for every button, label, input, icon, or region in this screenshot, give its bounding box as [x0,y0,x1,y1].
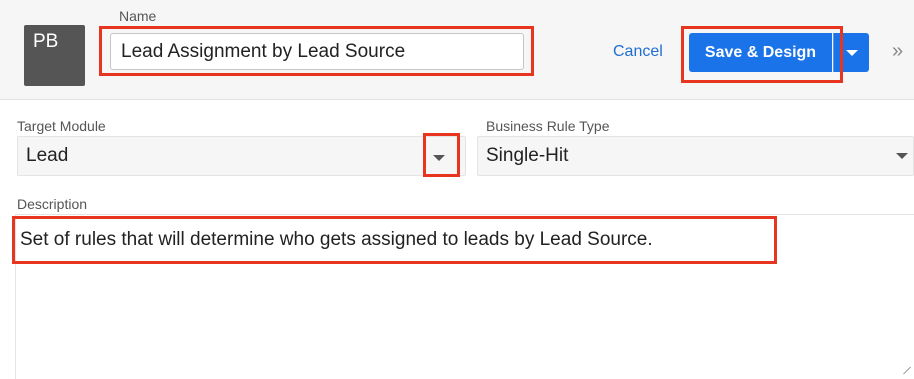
business-rule-type-select[interactable]: Single-Hit [477,136,914,176]
target-module-label: Target Module [17,118,106,134]
record-header: PB Name Cancel Save & Design » [0,0,914,100]
business-rule-type-label: Business Rule Type [486,118,610,134]
business-rule-type-value: Single-Hit [486,145,569,166]
description-textarea[interactable]: Set of rules that will determine who get… [15,214,914,379]
target-module-dropdown-icon[interactable] [433,155,445,161]
target-module-value: Lead [26,145,69,166]
save-design-button[interactable]: Save & Design [689,33,832,72]
cancel-button[interactable]: Cancel [613,43,663,61]
description-label: Description [17,196,88,212]
business-rule-type-dropdown-icon[interactable] [896,153,908,159]
target-module-select[interactable]: Lead [17,136,466,176]
expand-icon[interactable]: » [892,40,903,63]
name-label: Name [119,8,157,24]
chevron-down-icon [846,50,858,56]
name-input[interactable] [110,33,524,70]
avatar: PB [24,25,85,86]
avatar-initials: PB [33,31,59,52]
save-actions-dropdown-button[interactable] [833,33,869,72]
